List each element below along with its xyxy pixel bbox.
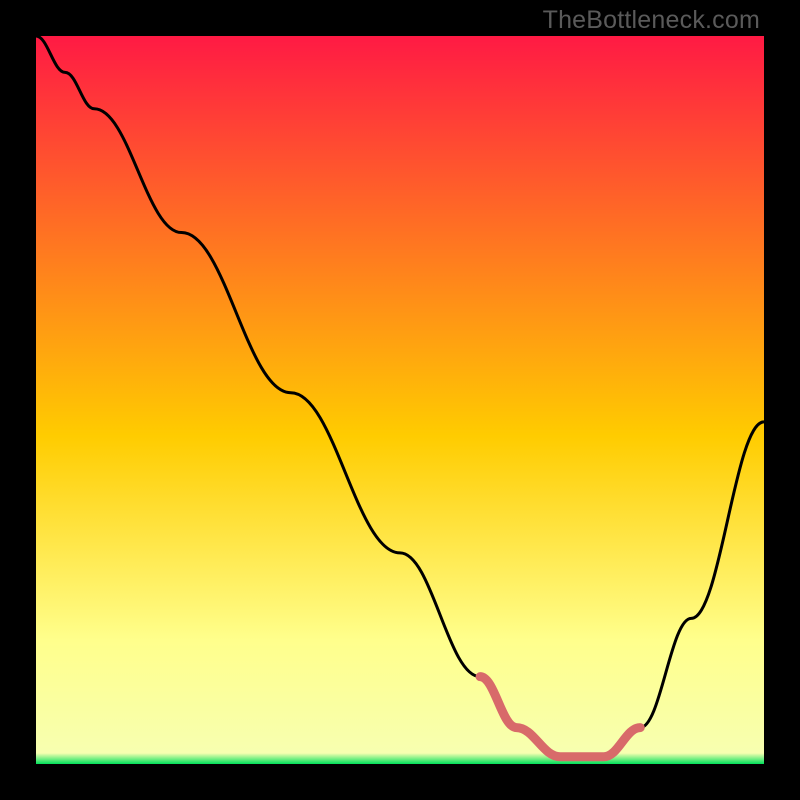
plot-area [36,36,764,764]
chart-svg [36,36,764,764]
chart-frame: TheBottleneck.com [0,0,800,800]
gradient-background [36,36,764,764]
watermark-text: TheBottleneck.com [543,6,760,35]
